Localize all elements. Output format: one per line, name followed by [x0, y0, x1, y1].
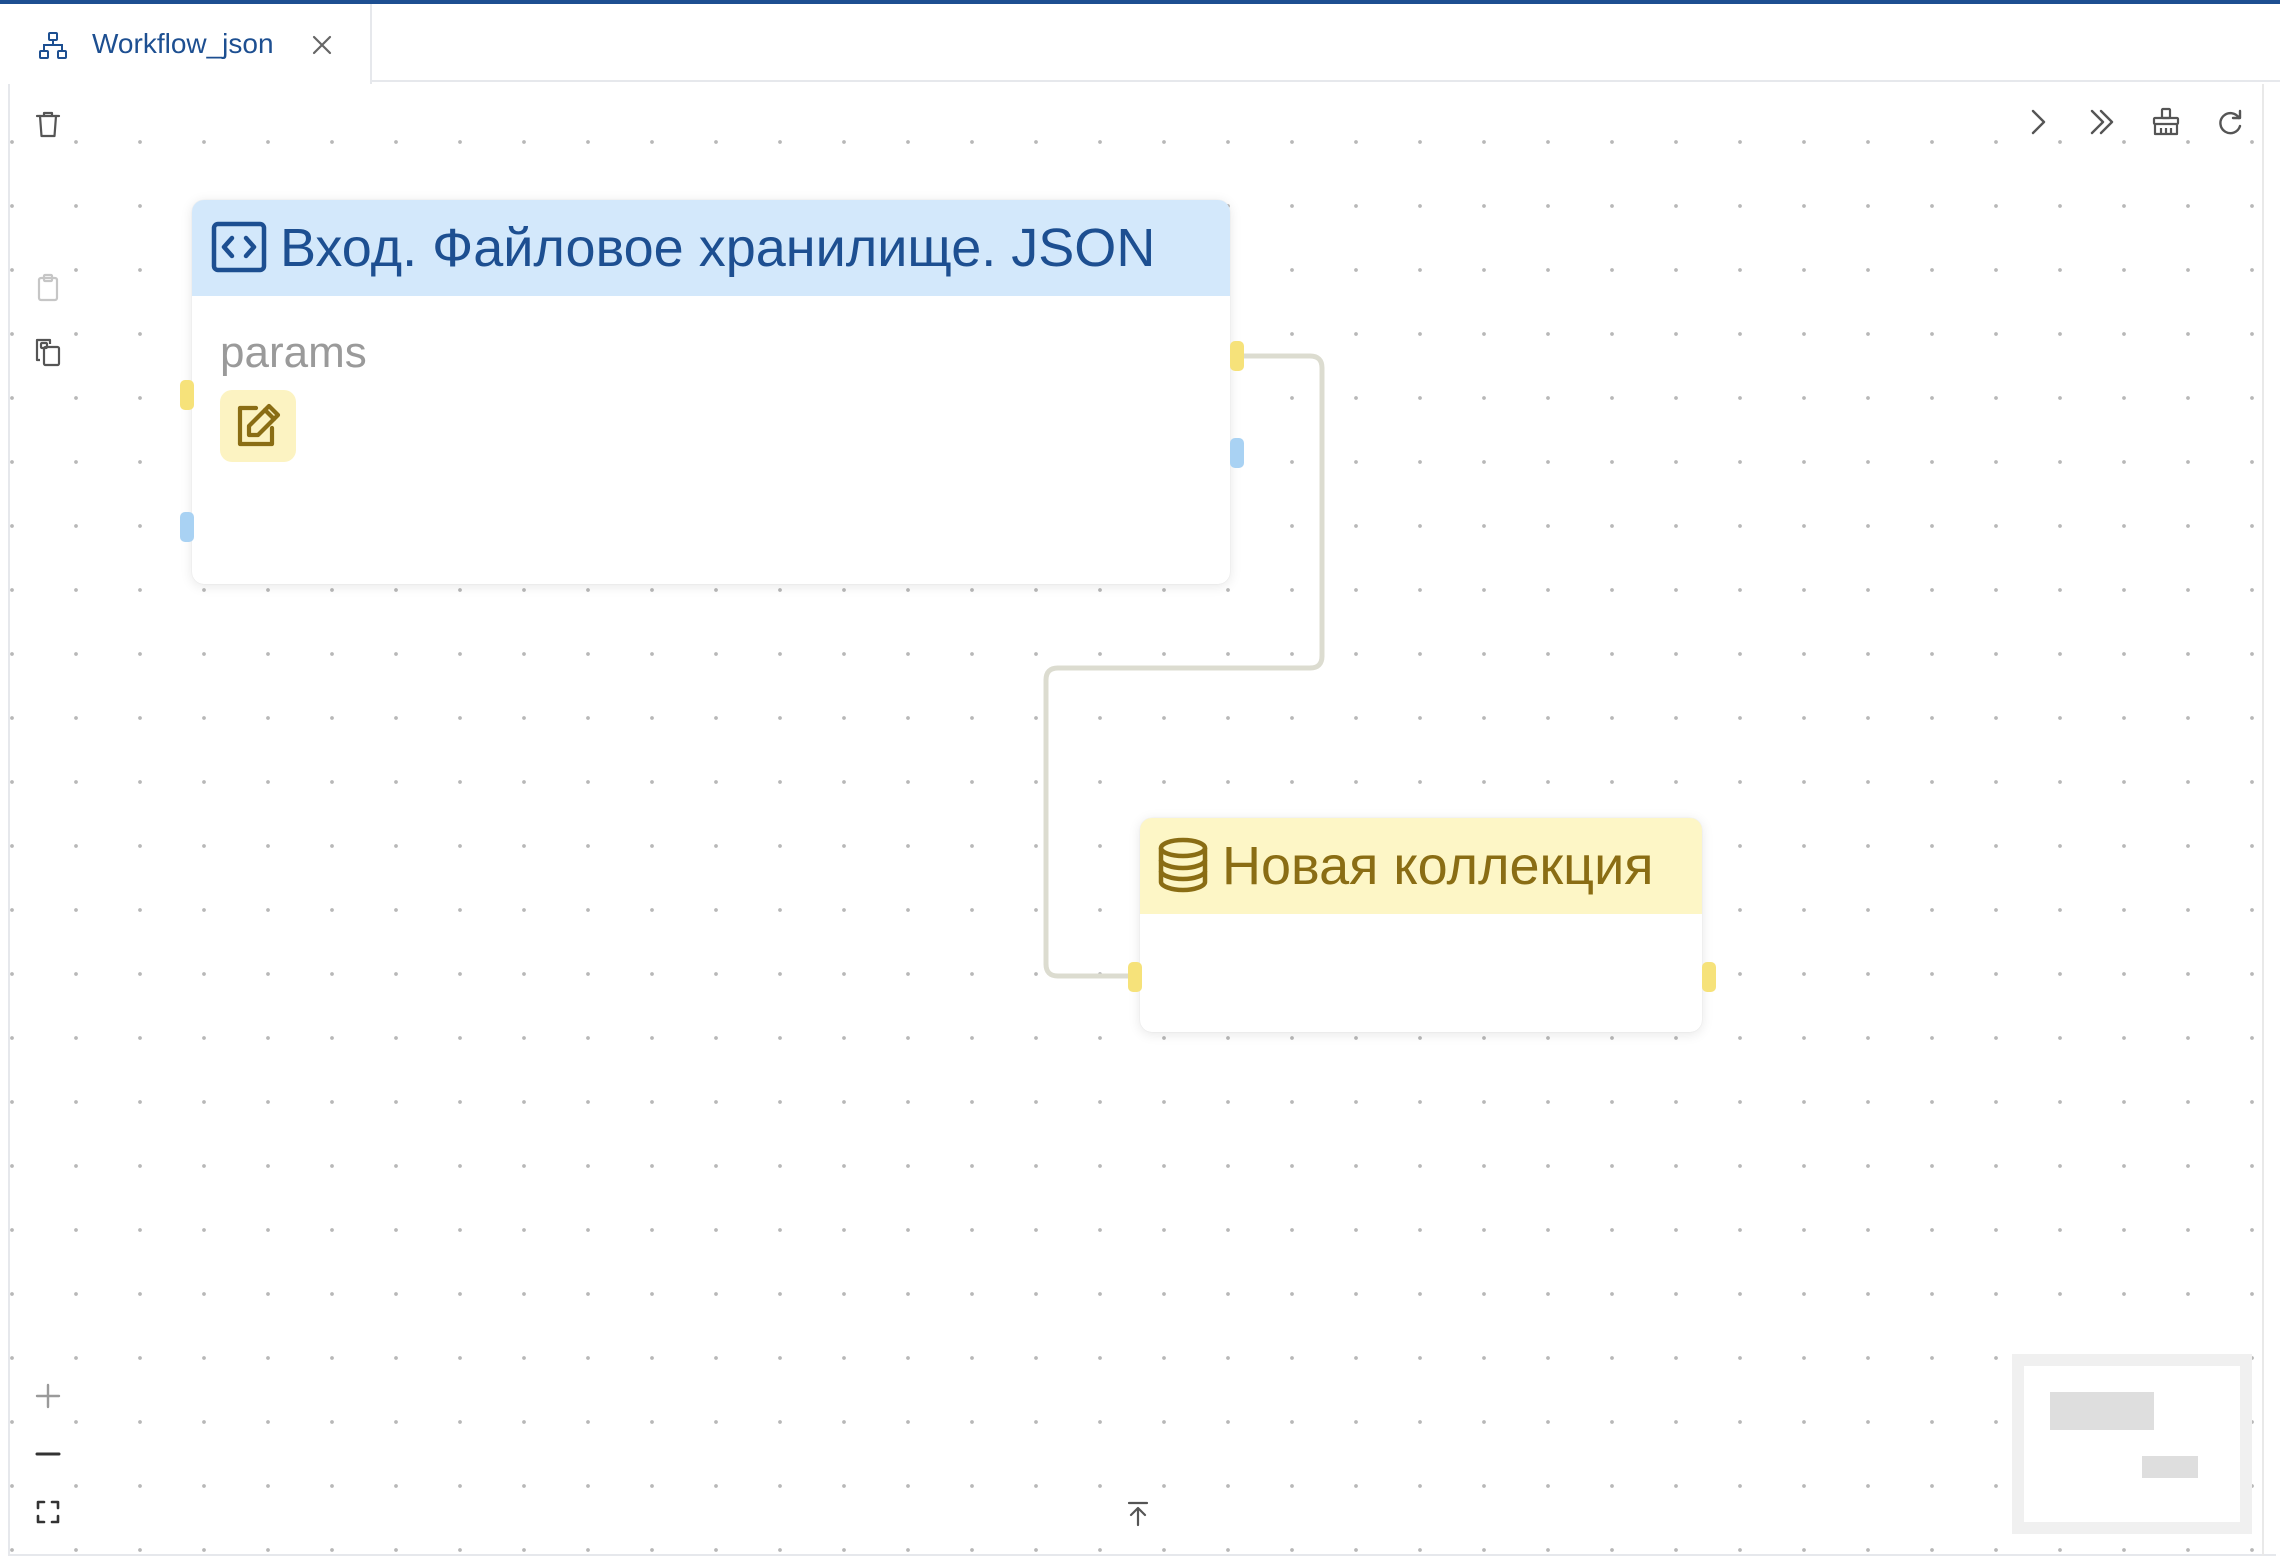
- node-title: Новая коллекция: [1222, 836, 1654, 896]
- tab-workflow-json[interactable]: Workflow_json: [0, 4, 372, 84]
- fit-view-icon: [32, 1496, 64, 1533]
- run-all-button[interactable]: [2082, 104, 2122, 144]
- minimap-node: [2050, 1392, 2154, 1430]
- param-label: params: [220, 328, 367, 377]
- code-icon: [210, 218, 268, 276]
- broom-icon: [2150, 106, 2182, 143]
- node-header[interactable]: Вход. Файловое хранилище. JSON: [192, 200, 1230, 296]
- node-json-input-in-port-secondary[interactable]: [180, 512, 194, 542]
- node-json-input-in-port[interactable]: [180, 380, 194, 410]
- node-json-input-out-port[interactable]: [1230, 341, 1244, 371]
- canvas-right-divider: [2262, 84, 2264, 1556]
- node-title: Вход. Файловое хранилище. JSON: [280, 218, 1156, 278]
- trash-icon: [32, 108, 64, 145]
- node-header[interactable]: Новая коллекция: [1140, 818, 1702, 914]
- double-chevron-right-icon: [2086, 106, 2118, 143]
- zoom-out-button[interactable]: [28, 1436, 68, 1476]
- chevron-right-icon: [2022, 106, 2054, 143]
- node-new-collection[interactable]: Новая коллекция: [1140, 818, 1702, 1032]
- refresh-icon: [2214, 106, 2246, 143]
- minimap-viewport: [2024, 1366, 2240, 1522]
- edit-icon: [232, 400, 284, 452]
- arrow-up-to-line-icon: [1122, 1498, 1154, 1535]
- clipboard-icon: [32, 272, 64, 309]
- tab-bar: Workflow_json: [0, 4, 2280, 84]
- minimap-node: [2142, 1456, 2198, 1478]
- refresh-button[interactable]: [2210, 104, 2250, 144]
- paste-button[interactable]: [28, 270, 68, 310]
- node-new-collection-out-port[interactable]: [1702, 962, 1716, 992]
- minus-icon: [32, 1438, 64, 1475]
- delete-button[interactable]: [28, 106, 68, 146]
- tab-label: Workflow_json: [92, 28, 274, 59]
- minimap[interactable]: [2012, 1354, 2252, 1534]
- run-button[interactable]: [2018, 104, 2058, 144]
- node-new-collection-in-port[interactable]: [1128, 962, 1142, 992]
- node-json-input[interactable]: Вход. Файловое хранилище. JSON params: [192, 200, 1230, 584]
- plus-icon: [32, 1380, 64, 1417]
- clear-button[interactable]: [2146, 104, 2186, 144]
- database-icon: [1156, 836, 1210, 894]
- node-json-input-out-port-secondary[interactable]: [1230, 438, 1244, 468]
- fit-view-button[interactable]: [28, 1494, 68, 1534]
- duplicate-button[interactable]: [28, 334, 68, 374]
- copy-icon: [32, 336, 64, 373]
- scroll-top-button[interactable]: [1118, 1496, 1158, 1536]
- zoom-in-button[interactable]: [28, 1378, 68, 1418]
- close-icon[interactable]: [308, 31, 336, 59]
- workflow-icon: [38, 31, 68, 61]
- edit-params-button[interactable]: [220, 390, 296, 462]
